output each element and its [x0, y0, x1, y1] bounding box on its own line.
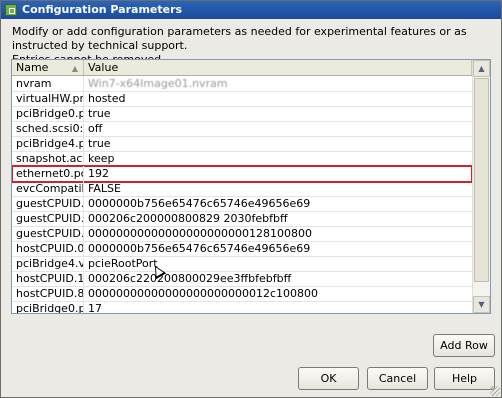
column-header-value[interactable]: Value — [84, 60, 472, 75]
table-row[interactable]: pciBridge0.pr...true — [12, 106, 472, 122]
row-name-cell[interactable]: hostCPUID.0 — [12, 241, 84, 256]
app-icon — [5, 4, 17, 16]
table-row[interactable]: hostCPUID.8...00000000000000000000000012… — [12, 286, 472, 302]
column-header-name[interactable]: Name ▲ — [12, 60, 84, 75]
table-row[interactable]: pciBridge4.vir...pcieRootPort — [12, 256, 472, 272]
scroll-up-icon[interactable]: ▲ — [473, 60, 490, 77]
row-value-cell[interactable]: 000206c220200800029ee3ffbfebfbff — [84, 271, 472, 286]
row-name-cell[interactable]: pciBridge4.pr... — [12, 136, 84, 151]
table-row[interactable]: ethernet0.pci...192 — [12, 165, 473, 183]
table-row[interactable]: pciBridge0.pr...17 — [12, 301, 472, 313]
row-value-cell[interactable]: 0000000b756e65476c65746e49656e69 — [84, 241, 472, 256]
table-row[interactable]: virtualHW.pr...hosted — [12, 91, 472, 107]
row-value-cell[interactable]: 0000000b756e65476c65746e49656e69 — [84, 196, 472, 211]
row-name-cell[interactable]: pciBridge4.vir... — [12, 256, 84, 271]
row-value-cell[interactable]: 00000000000000000000000128100800 — [84, 226, 472, 241]
scroll-thumb[interactable] — [474, 78, 489, 282]
column-header-value-label: Value — [88, 61, 119, 74]
scroll-down-icon[interactable]: ▼ — [473, 296, 490, 313]
table-row[interactable]: guestCPUID.1 000206c200000800829 2030febf… — [12, 211, 472, 227]
row-value-cell[interactable]: keep — [84, 151, 472, 166]
row-name-cell[interactable]: guestCPUID.1 — [12, 211, 84, 226]
row-value-cell[interactable]: off — [84, 121, 472, 136]
resize-grip-icon[interactable] — [490, 386, 500, 396]
row-value-cell[interactable]: true — [84, 106, 472, 121]
row-name-cell[interactable]: pciBridge0.pr... — [12, 106, 84, 121]
row-name-cell[interactable]: snapshot.acti... — [12, 151, 84, 166]
row-value-cell[interactable]: 17 — [84, 301, 472, 313]
row-value-cell[interactable]: pcieRootPort — [84, 256, 472, 271]
row-name-cell[interactable]: sched.scsi0:0.... — [12, 121, 84, 136]
row-name-cell[interactable]: nvram — [12, 76, 84, 91]
vertical-scrollbar[interactable]: ▲ ▼ — [472, 60, 490, 313]
table-row[interactable]: guestCPUID.0 0000000b756e65476c65746e4965… — [12, 196, 472, 212]
table-row[interactable]: pciBridge4.pr...true — [12, 136, 472, 152]
row-name-cell[interactable]: guestCPUID.0 — [12, 196, 84, 211]
add-row-button[interactable]: Add Row — [433, 334, 495, 357]
row-name-cell[interactable]: virtualHW.pr... — [12, 91, 84, 106]
row-value-cell[interactable]: hosted — [84, 91, 472, 106]
row-value-cell[interactable]: true — [84, 136, 472, 151]
row-name-cell[interactable]: hostCPUID.1 — [12, 271, 84, 286]
row-value-cell[interactable]: 000206c200000800829 2030febfbff — [84, 211, 472, 226]
table-header: Name ▲ Value — [12, 60, 472, 76]
table-row[interactable]: snapshot.acti...keep — [12, 151, 472, 167]
title-bar[interactable]: Configuration Parameters — [1, 1, 501, 19]
table-row[interactable]: hostCPUID.0 0000000b756e65476c65746e49656… — [12, 241, 472, 257]
help-button[interactable]: Help — [434, 367, 495, 390]
column-header-name-label: Name — [16, 61, 49, 74]
parameters-table: Name ▲ Value nvram Win7-x64Image01.nvram v… — [11, 59, 491, 314]
row-value-cell[interactable]: 192 — [84, 166, 472, 181]
cancel-button[interactable]: Cancel — [367, 367, 428, 390]
row-value-cell[interactable]: Win7-x64Image01.nvram — [84, 76, 472, 91]
ok-button[interactable]: OK — [298, 367, 359, 390]
table-row[interactable]: evcCompatibil...FALSE — [12, 181, 472, 197]
table-row[interactable]: hostCPUID.1 000206c220200800029ee3ffbfebf… — [12, 271, 472, 287]
row-name-cell[interactable]: hostCPUID.8... — [12, 286, 84, 301]
row-name-cell[interactable]: ethernet0.pci... — [12, 166, 84, 181]
row-value-cell[interactable]: FALSE — [84, 181, 472, 196]
row-name-cell[interactable]: evcCompatibil... — [12, 181, 84, 196]
sort-icon: ▲ — [71, 64, 78, 73]
table-row[interactable]: nvram Win7-x64Image01.nvram — [12, 76, 472, 92]
table-row[interactable]: sched.scsi0:0....off — [12, 121, 472, 137]
window-title: Configuration Parameters — [22, 3, 183, 16]
row-name-cell[interactable]: pciBridge0.pr... — [12, 301, 84, 313]
config-params-dialog: Configuration Parameters Modify or add c… — [0, 0, 502, 398]
table-row[interactable]: guestCPUID....00000000000000000000000128… — [12, 226, 472, 242]
description-line-1: Modify or add configuration parameters a… — [12, 25, 467, 52]
row-value-cell[interactable]: 00000000000000000000000012c100800 — [84, 286, 472, 301]
row-name-cell[interactable]: guestCPUID.... — [12, 226, 84, 241]
